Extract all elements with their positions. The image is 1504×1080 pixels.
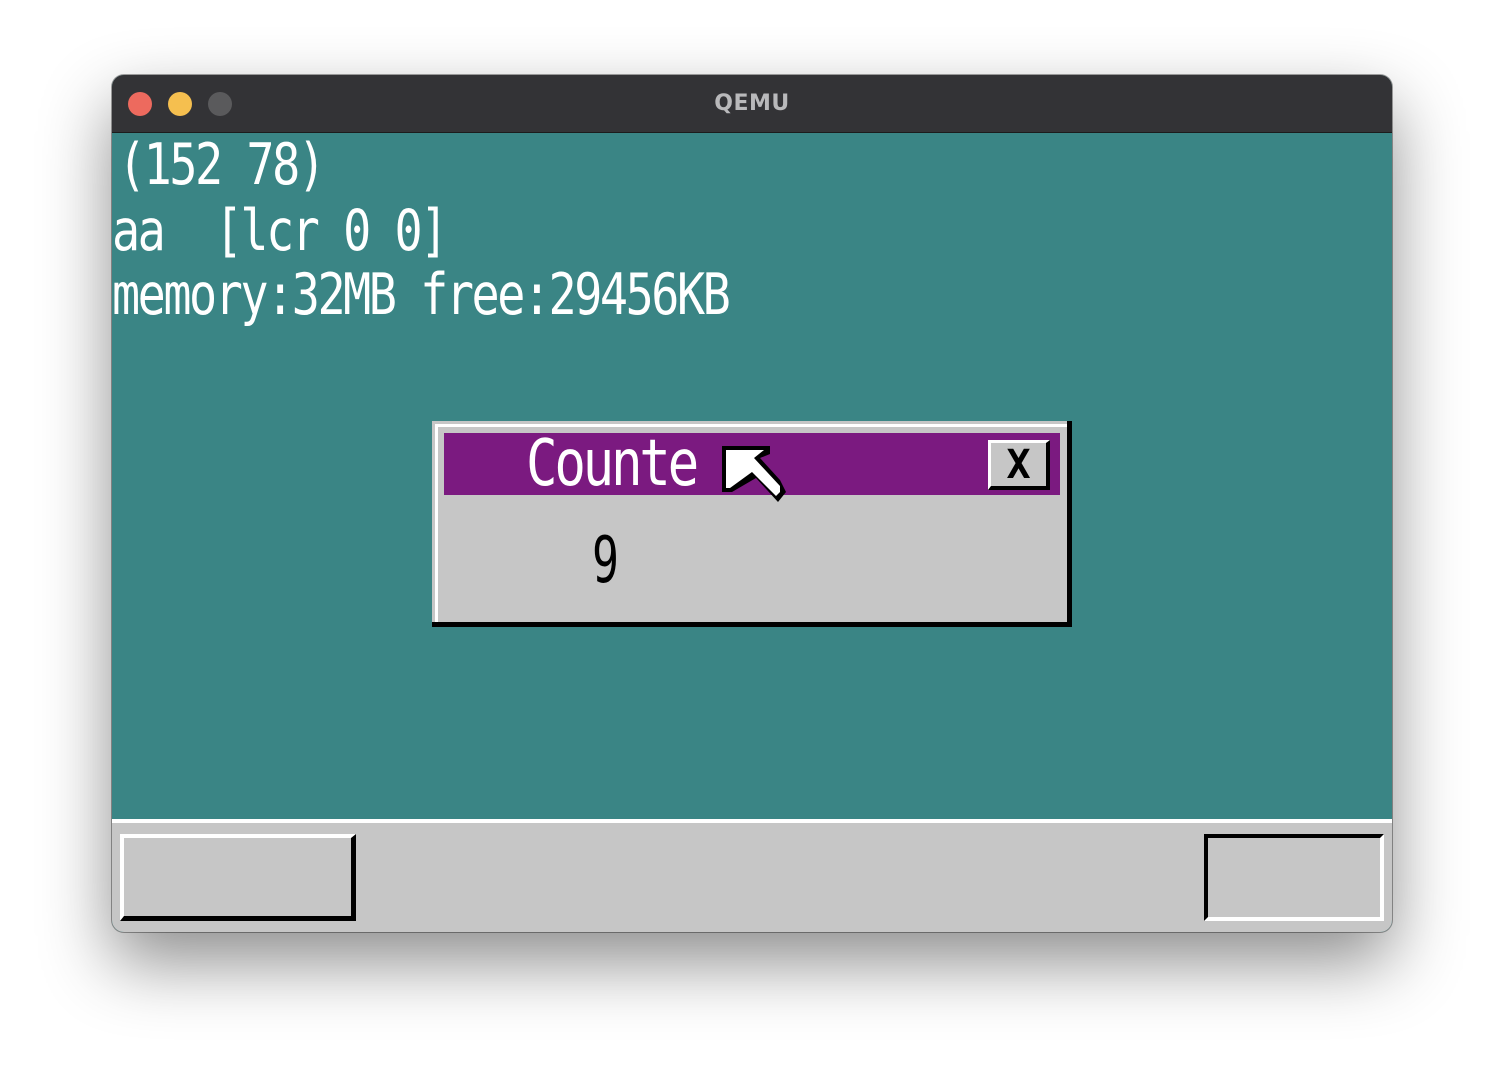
counter-value: 9 xyxy=(592,524,619,598)
counter-close-button[interactable]: X xyxy=(988,440,1050,490)
memory-status-text: memory:32MB free:29456KB xyxy=(112,262,731,328)
guest-screen[interactable]: (152 78) aa [lcr 0 0] memory:32MB free:2… xyxy=(112,133,1392,932)
counter-window-title: Counte xyxy=(526,427,699,501)
taskbar xyxy=(112,819,1392,932)
start-button[interactable] xyxy=(120,834,356,921)
close-icon: X xyxy=(1006,442,1031,488)
window-titlebar[interactable]: QEMU xyxy=(112,75,1392,133)
window-title: QEMU xyxy=(714,91,790,116)
system-tray xyxy=(1204,834,1384,921)
mouse-coordinates-text: (152 78) xyxy=(118,133,326,198)
keyboard-status-text: aa [lcr 0 0] xyxy=(112,198,448,264)
mouse-pointer-arrow-icon xyxy=(722,446,786,502)
